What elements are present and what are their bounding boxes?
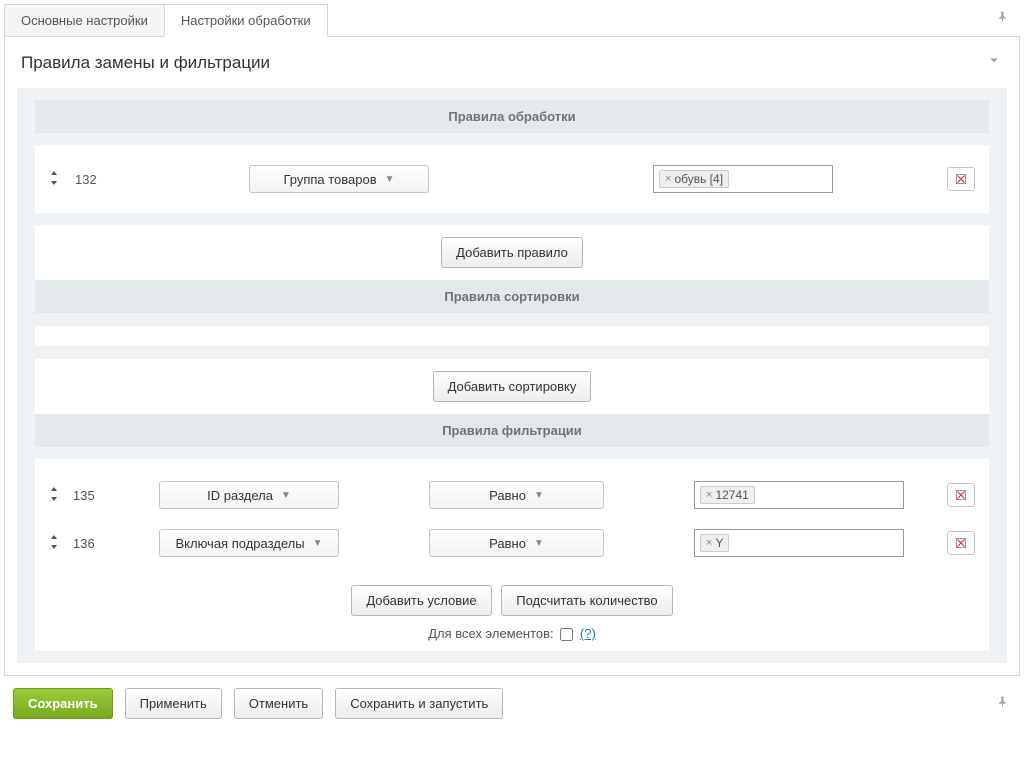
rule-field-select[interactable]: Группа товаров ▼ <box>249 165 429 193</box>
rule-value-input[interactable]: × обувь [4] <box>653 165 833 193</box>
filter-row: 135 ID раздела ▼ Равно ▼ × <box>35 471 989 519</box>
filter-field-label: ID раздела <box>207 488 273 503</box>
pin-icon[interactable] <box>986 4 1020 36</box>
caret-icon: ▼ <box>534 490 544 501</box>
filter-row: 136 Включая подразделы ▼ Равно ▼ × <box>35 519 989 567</box>
panel: Правила замены и фильтрации Правила обра… <box>4 37 1020 676</box>
add-rule-button[interactable]: Добавить правило <box>441 237 583 268</box>
caret-icon: ▼ <box>281 490 291 501</box>
filter-field-select[interactable]: ID раздела ▼ <box>159 481 339 509</box>
token[interactable]: × Y <box>700 534 729 552</box>
filter-op-select[interactable]: Равно ▼ <box>429 481 604 509</box>
chevron-down-icon[interactable] <box>985 51 1003 74</box>
add-rule-belt: Добавить правило <box>35 225 989 280</box>
filter-value-input[interactable]: × Y <box>694 529 904 557</box>
panel-header: Правила замены и фильтрации <box>5 37 1019 88</box>
panel-title: Правила замены и фильтрации <box>21 53 270 73</box>
section-filtering-body: 135 ID раздела ▼ Равно ▼ × <box>35 459 989 651</box>
rule-id: 132 <box>75 172 105 187</box>
section-filtering-title: Правила фильтрации <box>35 414 989 447</box>
filter-id: 135 <box>73 488 99 503</box>
content-area: Правила обработки 132 Группа товаров ▼ <box>17 88 1007 663</box>
filter-op-label: Равно <box>489 488 526 503</box>
token-remove-icon[interactable]: × <box>706 489 712 501</box>
delete-rule-button[interactable] <box>947 167 975 191</box>
cancel-button[interactable]: Отменить <box>234 688 323 719</box>
token-text: Y <box>715 536 723 550</box>
drag-handle-icon[interactable] <box>49 535 59 552</box>
count-button[interactable]: Подсчитать количество <box>501 585 672 616</box>
footer-buttons: Сохранить Применить Отменить Сохранить и… <box>4 676 1020 723</box>
caret-icon: ▼ <box>313 538 323 549</box>
processing-rule-row: 132 Группа товаров ▼ × обувь [4] <box>35 145 989 213</box>
for-all-row: Для всех элементов: (?) <box>35 622 989 651</box>
token-text: обувь [4] <box>674 172 723 186</box>
section-sorting-title: Правила сортировки <box>35 280 989 313</box>
for-all-checkbox[interactable] <box>560 628 573 641</box>
filter-op-select[interactable]: Равно ▼ <box>429 529 604 557</box>
rule-field-label: Группа товаров <box>283 172 376 187</box>
drag-handle-icon[interactable] <box>49 171 59 188</box>
filter-op-label: Равно <box>489 536 526 551</box>
section-processing-title: Правила обработки <box>35 100 989 133</box>
token[interactable]: × обувь [4] <box>659 170 729 188</box>
for-all-label: Для всех элементов: <box>428 626 553 641</box>
sorting-empty-row <box>35 325 989 347</box>
token-remove-icon[interactable]: × <box>706 537 712 549</box>
caret-icon: ▼ <box>385 174 395 185</box>
apply-button[interactable]: Применить <box>125 688 222 719</box>
tab-main[interactable]: Основные настройки <box>4 4 165 36</box>
tab-processing[interactable]: Настройки обработки <box>164 4 328 37</box>
token[interactable]: × 12741 <box>700 486 755 504</box>
drag-handle-icon[interactable] <box>49 487 59 504</box>
filter-field-label: Включая подразделы <box>176 536 305 551</box>
token-text: 12741 <box>715 488 748 502</box>
for-all-help-link[interactable]: (?) <box>580 626 596 641</box>
add-sort-button[interactable]: Добавить сортировку <box>433 371 592 402</box>
filter-buttons-belt: Добавить условие Подсчитать количество <box>35 567 989 622</box>
delete-filter-button[interactable] <box>947 531 975 555</box>
filter-value-input[interactable]: × 12741 <box>694 481 904 509</box>
pin-icon[interactable] <box>992 691 1014 716</box>
section-processing-body: 132 Группа товаров ▼ × обувь [4] <box>35 145 989 213</box>
token-remove-icon[interactable]: × <box>665 173 671 185</box>
filter-id: 136 <box>73 536 99 551</box>
save-run-button[interactable]: Сохранить и запустить <box>335 688 503 719</box>
delete-filter-button[interactable] <box>947 483 975 507</box>
tabs-bar: Основные настройки Настройки обработки <box>4 4 1020 37</box>
add-condition-button[interactable]: Добавить условие <box>351 585 491 616</box>
save-button[interactable]: Сохранить <box>13 688 113 719</box>
add-sort-belt: Добавить сортировку <box>35 359 989 414</box>
filter-field-select[interactable]: Включая подразделы ▼ <box>159 529 339 557</box>
caret-icon: ▼ <box>534 538 544 549</box>
